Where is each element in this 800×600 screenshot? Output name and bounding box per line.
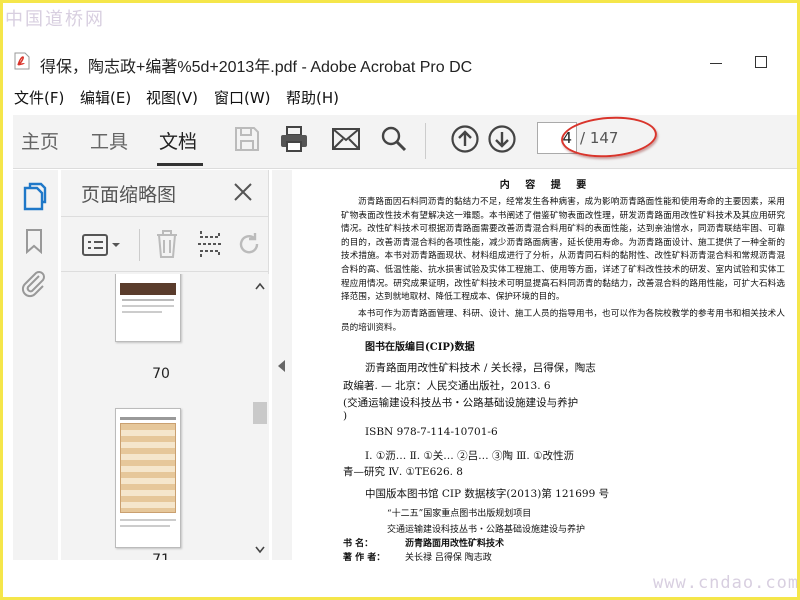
thumbnail-text: [122, 299, 174, 301]
panel-tools-separator: [139, 229, 140, 261]
watermark-top: 中国道桥网: [5, 9, 105, 30]
chevron-up-icon[interactable]: [255, 282, 265, 290]
scrollbar-thumb[interactable]: [253, 402, 267, 424]
panel-title: 页面缩略图: [81, 184, 177, 206]
menu-help[interactable]: 帮助(H): [286, 87, 339, 108]
previous-page-icon[interactable]: [450, 124, 480, 154]
doc-heading: 内 容 提 要: [499, 180, 593, 191]
series-line-2: 交通运输建设科技丛书・公路基础设施建设与养护: [387, 525, 586, 535]
save-icon[interactable]: [233, 125, 261, 153]
doc-readership: 本书可作为沥青路面管理、科研、设计、施工人员的指导用书，也可以作为各院校教学的参…: [341, 309, 785, 333]
email-icon[interactable]: [331, 127, 361, 151]
attachment-icon[interactable]: [21, 270, 47, 298]
thumbnail-panel: 页面缩略图 70 71: [61, 170, 269, 560]
watermark-bottom: www.cndao.com: [653, 573, 797, 593]
book-value: 沥青路面用改性矿料技术: [405, 539, 505, 549]
author-value: 关长禄 吕得保 陶志政: [405, 553, 492, 563]
next-page-icon[interactable]: [487, 124, 517, 154]
class-line-2: 青—研究 Ⅳ. ①TE626. 8: [343, 466, 463, 478]
class-line-1: Ⅰ. ①沥… Ⅱ. ①关… ②吕… ③陶 Ⅲ. ①改性沥: [365, 450, 575, 462]
thumbnail-scrollbar[interactable]: [251, 274, 269, 560]
bookmark-icon[interactable]: [25, 228, 43, 254]
search-icon[interactable]: [380, 125, 408, 153]
close-icon[interactable]: [233, 182, 253, 202]
page-thumbnails-icon[interactable]: [21, 182, 47, 212]
cip-line-1: 沥青路面用改性矿料技术 / 关长禄，吕得保，陶志: [365, 362, 596, 374]
thumbnail-text: [120, 417, 176, 420]
thumbnail-text: [120, 519, 176, 521]
cip-heading: 图书在版编目(CIP)数据: [365, 342, 475, 353]
menu-file[interactable]: 文件(F): [14, 87, 64, 108]
minimize-button[interactable]: [710, 63, 722, 64]
title-bar: 得保，陶志政+编著%5d+2013年.pdf - Adobe Acrobat P…: [3, 43, 797, 83]
tab-home[interactable]: 主页: [21, 127, 59, 154]
thumbnail-photo: [120, 283, 176, 295]
tab-tools[interactable]: 工具: [90, 127, 128, 154]
thumbnail-page-70[interactable]: [115, 274, 181, 342]
red-highlight-circle: [559, 113, 659, 161]
active-tab-indicator: [157, 163, 203, 166]
collapse-arrow-icon[interactable]: [278, 360, 286, 372]
toolbar-separator: [425, 123, 426, 159]
panel-toolbar: [61, 216, 269, 272]
book-label: 书 名：: [343, 539, 374, 549]
thumbnail-text: [122, 311, 162, 313]
extract-pages-icon[interactable]: [197, 229, 223, 259]
toolbar: 主页 工具 文档 4 / 147: [13, 113, 797, 169]
cip-line-4: ): [343, 410, 348, 422]
delete-icon[interactable]: [155, 229, 179, 259]
options-menu-icon[interactable]: [81, 233, 123, 257]
panel-collapse-handle[interactable]: [272, 170, 292, 560]
thumbnail-list: 70 71: [61, 274, 251, 560]
thumbnail-page-71[interactable]: [115, 408, 181, 548]
cip-line-2: 政编著. — 北京：人民交通出版社，2013. 6: [343, 380, 551, 392]
thumbnail-table: [120, 423, 176, 513]
author-label: 著 作 者：: [343, 553, 386, 563]
print-icon[interactable]: [279, 124, 309, 154]
rotate-icon[interactable]: [237, 231, 263, 257]
window-title: 得保，陶志政+编著%5d+2013年.pdf - Adobe Acrobat P…: [40, 59, 473, 76]
left-rail: [13, 170, 58, 560]
pdf-file-icon: [14, 52, 30, 70]
maximize-button[interactable]: [755, 56, 767, 68]
series-line-1: “十二五”国家重点图书出版规划项目: [387, 509, 532, 519]
screen: 中国道桥网 得保，陶志政+编著%5d+2013年.pdf - Adobe Acr…: [3, 3, 797, 597]
menu-edit[interactable]: 编辑(E): [80, 87, 131, 108]
chevron-down-icon[interactable]: [255, 546, 265, 554]
cip-line-3: (交通运输建设科技丛书・公路基础设施建设与养护: [343, 397, 579, 409]
doc-summary: 沥青路面因石料同沥青的黏结力不足，经常发生各种病害，成为影响沥青路面性能和使用寿…: [341, 197, 785, 303]
cip-core: 中国版本图书馆 CIP 数据核字(2013)第 121699 号: [365, 488, 610, 500]
document-page: 内 容 提 要 沥青路面因石料同沥青的黏结力不足，经常发生各种病害，成为影响沥青…: [295, 170, 797, 590]
isbn: ISBN 978-7-114-10701-6: [365, 426, 498, 438]
thumbnail-text: [120, 525, 170, 527]
thumbnail-label: 70: [152, 366, 170, 382]
thumbnail-label: 71: [152, 552, 170, 560]
tab-document[interactable]: 文档: [159, 127, 197, 154]
thumbnail-text: [122, 305, 174, 307]
menu-window[interactable]: 窗口(W): [214, 87, 271, 108]
menu-view[interactable]: 视图(V): [146, 87, 198, 108]
menu-bar: 文件(F) 编辑(E) 视图(V) 窗口(W) 帮助(H): [3, 83, 797, 109]
